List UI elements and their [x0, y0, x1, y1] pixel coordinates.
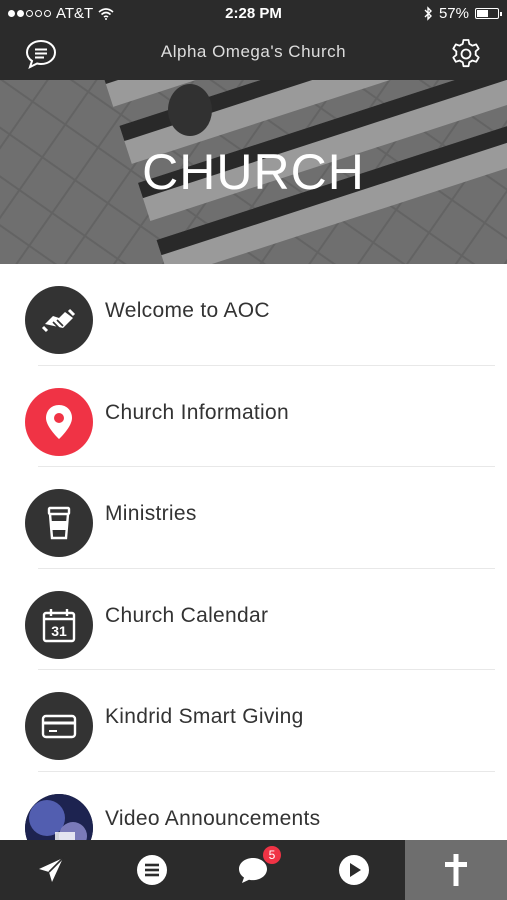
calendar-date: 31: [51, 623, 67, 639]
cross-icon: [445, 854, 467, 886]
status-right: 57%: [423, 5, 502, 22]
send-icon: [38, 857, 64, 882]
menu-item-church-information[interactable]: Church Information: [0, 366, 507, 467]
tab-church[interactable]: [405, 840, 507, 900]
menu-item-label: Ministries: [105, 502, 197, 525]
tab-messages[interactable]: 5: [202, 840, 303, 900]
page-title: Alpha Omega's Church: [160, 42, 347, 61]
tab-bar: 5: [0, 840, 507, 900]
hero-title: CHURCH: [142, 144, 365, 200]
menu-item-church-calendar[interactable]: 31 Church Calendar: [0, 569, 507, 670]
status-bar: AT&T 2:28 PM 57%: [0, 0, 507, 28]
location-pin-icon: [25, 387, 93, 456]
video-thumbnail-icon: [25, 793, 93, 840]
menu-item-label: Church Information: [105, 400, 289, 424]
cup-icon: [25, 489, 93, 557]
credit-card-icon: [25, 692, 93, 760]
bluetooth-icon: [424, 6, 432, 21]
menu-item-ministries[interactable]: Ministries: [0, 467, 507, 569]
list-icon: [136, 855, 167, 885]
play-icon: [338, 855, 369, 885]
menu-item-label: Kindrid Smart Giving: [105, 705, 304, 728]
handshake-icon: [25, 286, 93, 354]
settings-button[interactable]: [449, 37, 483, 71]
calendar-icon: 31: [25, 590, 93, 659]
battery-percent: 57%: [438, 5, 469, 22]
nav-bar: Alpha Omega's Church: [0, 28, 507, 80]
tab-play[interactable]: [303, 840, 404, 900]
tab-list[interactable]: [101, 840, 202, 900]
menu-item-label: Welcome to AOC: [105, 299, 270, 322]
menu-item-label: Church Calendar: [105, 603, 269, 627]
battery-icon: [475, 8, 502, 19]
hero-banner: CHURCH: [0, 80, 507, 264]
tab-send[interactable]: [0, 840, 101, 900]
menu-item-welcome[interactable]: Welcome to AOC: [0, 264, 507, 366]
menu-item-label: Video Announcements: [105, 806, 321, 830]
menu-item-smart-giving[interactable]: Kindrid Smart Giving: [0, 670, 507, 772]
unread-badge: 5: [263, 846, 281, 864]
menu-item-video-announcements[interactable]: Video Announcements: [0, 772, 507, 840]
gear-icon: [452, 39, 480, 68]
menu-list: Welcome to AOC Church Information Minist…: [0, 264, 507, 840]
